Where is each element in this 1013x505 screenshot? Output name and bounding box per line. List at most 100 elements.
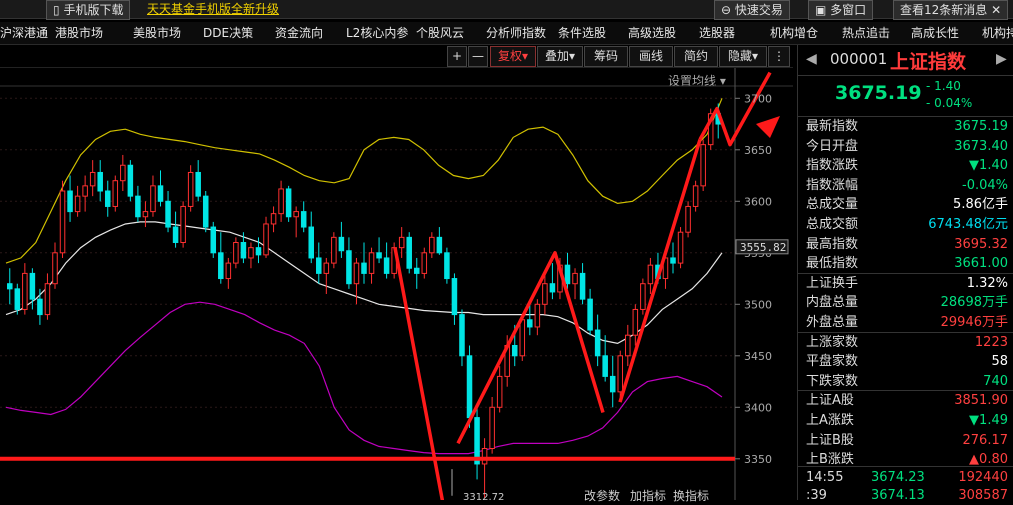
menu-item-us-market[interactable]: 美股市场 xyxy=(133,22,181,44)
candle-body xyxy=(97,171,103,192)
candle-body xyxy=(270,213,277,225)
candle-body xyxy=(323,262,330,274)
candle-body xyxy=(293,211,299,218)
window-icon: ▣ xyxy=(815,3,827,17)
menu-item-dde[interactable]: DDE决策 xyxy=(203,22,253,44)
hide-label: 隐藏 xyxy=(727,49,752,63)
quote-row: 上A涨跌 ▼1.49 xyxy=(798,411,1013,430)
overlay-button[interactable]: 叠加▾ xyxy=(537,46,583,67)
quote-row-value: 276.17 xyxy=(962,432,1009,448)
mobile-download-label: 手机版下载 xyxy=(63,3,124,17)
candle-body xyxy=(527,319,533,328)
candle-body xyxy=(511,345,518,357)
quote-panel: ◀ 000001 上证指数 ▶ 3675.19 - 1.40 - 0.04% 最… xyxy=(797,45,1013,503)
candle-body xyxy=(579,272,586,300)
mobile-download-button[interactable]: ▯ 手机版下载 xyxy=(46,0,131,20)
w-pattern-line xyxy=(393,247,605,500)
tick-vol: 308587 xyxy=(958,488,1008,503)
menu-item-stock-selector[interactable]: 选股器 xyxy=(699,22,735,44)
menu-item-high-growth[interactable]: 高成长性 xyxy=(911,22,959,44)
y-tick-label: 3500 xyxy=(744,298,772,311)
candle-body xyxy=(587,298,593,331)
menu-item-stock-story[interactable]: 个股风云 xyxy=(416,22,464,44)
candle-body xyxy=(157,185,164,202)
more-icon[interactable]: ⋮ xyxy=(768,46,790,67)
zoom-out-button[interactable]: — xyxy=(468,46,488,67)
candle-body xyxy=(14,288,21,310)
quick-trade-button[interactable]: ⊖ 快速交易 xyxy=(714,0,790,20)
prev-arrow-icon[interactable]: ◀ xyxy=(806,51,817,67)
banner-link[interactable]: 天天基金手机版全新升级 xyxy=(147,0,279,18)
current-price-label: 3555.82 xyxy=(740,241,786,254)
candle-body xyxy=(670,257,676,264)
candle-body xyxy=(52,252,58,285)
candle-body xyxy=(120,164,126,182)
quote-row: 上证A股 3851.90 xyxy=(798,391,1013,410)
view-messages-button[interactable]: 查看12条新消息 ✕ xyxy=(893,0,1009,20)
close-icon[interactable]: ✕ xyxy=(991,3,1001,17)
menu-item-inst-increase[interactable]: 机构增仓 xyxy=(770,22,818,44)
change-param-link[interactable]: 改参数 xyxy=(584,487,620,504)
candle-body xyxy=(444,252,450,280)
add-indicator-link[interactable]: 加指标 xyxy=(630,487,666,504)
candle-body xyxy=(82,185,88,197)
candle-body xyxy=(300,211,307,228)
menu-item-hot-tracking[interactable]: 热点追击 xyxy=(842,22,890,44)
candle-body xyxy=(617,355,624,393)
candle-body xyxy=(692,185,699,207)
candle-body xyxy=(112,180,119,207)
chevron-down-icon: ▾ xyxy=(751,49,759,63)
quote-row-label: 平盘家数 xyxy=(806,354,859,370)
quote-row: 内盘总量 28698万手 xyxy=(798,293,1013,312)
draw-line-button[interactable]: 画线 xyxy=(629,46,673,67)
candle-body xyxy=(685,205,691,233)
phone-icon: ▯ xyxy=(53,3,60,17)
chips-button[interactable]: 筹码 xyxy=(584,46,628,67)
candle-body xyxy=(429,236,435,254)
quote-row: 上证换手 1.32% xyxy=(798,274,1013,293)
price-change-pct: - 0.04% xyxy=(926,96,973,110)
quote-row-value: 3851.90 xyxy=(954,393,1008,409)
candle-body xyxy=(406,236,412,269)
menu-item-condition-select[interactable]: 条件选股 xyxy=(558,22,606,44)
candle-body xyxy=(29,272,36,300)
y-tick-label: 3700 xyxy=(744,92,772,105)
zoom-in-button[interactable]: + xyxy=(447,46,467,67)
multi-window-label: 多窗口 xyxy=(830,3,867,17)
menu-item-analyst-index[interactable]: 分析师指数 xyxy=(486,22,546,44)
index-name: 上证指数 xyxy=(890,51,967,73)
switch-indicator-link[interactable]: 换指标 xyxy=(673,487,709,504)
tick-time: 14:55 xyxy=(806,470,844,485)
quote-row-value: 1223 xyxy=(974,334,1008,350)
candle-body xyxy=(278,188,284,215)
tick-price: 3674.23 xyxy=(871,470,925,485)
menu-item-hk-market[interactable]: 港股市场 xyxy=(55,22,103,44)
candlestick-chart[interactable]: 3312.72 33503400345035003550360036503700… xyxy=(0,68,793,500)
quote-row: 最低指数 3661.00 xyxy=(798,254,1013,273)
fuquan-button[interactable]: 复权▾ xyxy=(490,46,536,67)
y-tick-label: 3400 xyxy=(744,401,772,414)
quote-row-label: 上A涨跌 xyxy=(806,413,854,428)
tick-divider xyxy=(798,466,1013,467)
quote-row-value: 28698万手 xyxy=(940,295,1008,311)
menu-item-capital-flow[interactable]: 资金流向 xyxy=(275,22,323,44)
menu-item-hk-connect[interactable]: 沪深港通 xyxy=(0,22,48,44)
hide-button[interactable]: 隐藏▾ xyxy=(719,46,767,67)
quote-row: 平盘家数 58 xyxy=(798,352,1013,371)
candle-body xyxy=(421,252,428,274)
menu-item-advanced-select[interactable]: 高级选股 xyxy=(628,22,676,44)
quote-row-value: 5.86亿手 xyxy=(953,197,1008,213)
menu-item-inst-hold[interactable]: 机构持 xyxy=(982,22,1013,44)
quote-row-value: -0.04% xyxy=(962,177,1008,193)
candle-body xyxy=(496,375,503,408)
quote-row-value: 58 xyxy=(991,354,1008,370)
simple-mode-button[interactable]: 简约 xyxy=(674,46,718,67)
menu-item-l2-insider[interactable]: L2核心内参 xyxy=(346,22,408,44)
y-tick-label: 3350 xyxy=(744,453,772,466)
candle-body xyxy=(436,236,443,254)
next-arrow-icon[interactable]: ▶ xyxy=(996,51,1007,67)
candle-body xyxy=(459,314,465,357)
quote-row-label: 上涨家数 xyxy=(806,334,859,350)
multi-window-button[interactable]: ▣ 多窗口 xyxy=(808,0,874,20)
candle-body xyxy=(127,164,134,197)
